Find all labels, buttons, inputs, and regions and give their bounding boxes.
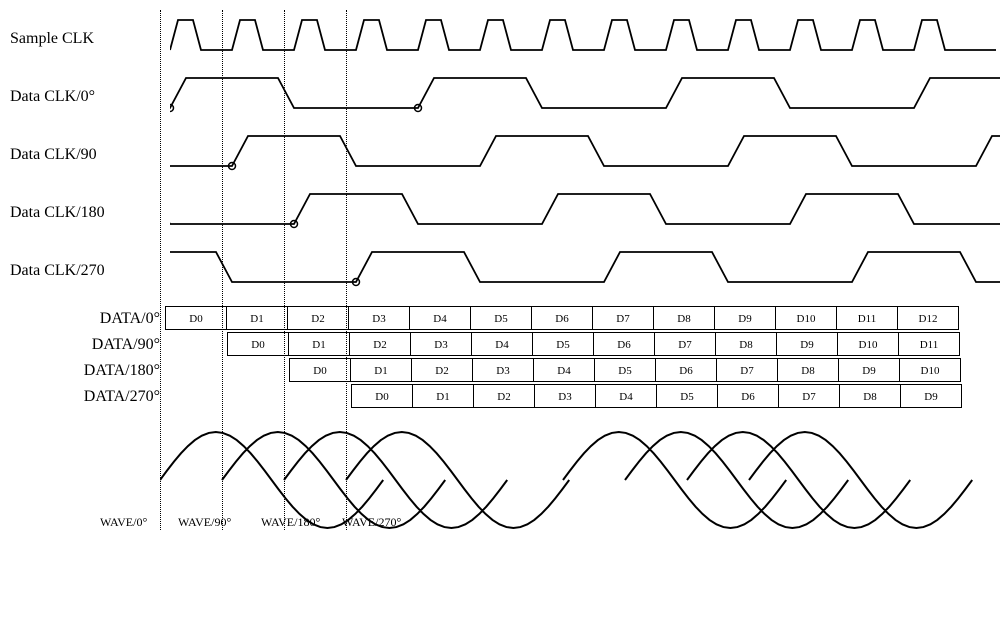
data-cell: D5 <box>594 358 656 382</box>
data-cell: D3 <box>410 332 472 356</box>
data-cell: D2 <box>411 358 473 382</box>
cells-d180: D0D1D2D3D4D5D6D7D8D9D10 <box>166 358 990 384</box>
data-cell: D5 <box>656 384 718 408</box>
data-cell: D6 <box>593 332 655 356</box>
cells-d270: D0D1D2D3D4D5D6D7D8D9 <box>166 384 990 410</box>
data-cell: D4 <box>595 384 657 408</box>
data-cell: D1 <box>226 306 288 330</box>
label-data-clk-0: Data CLK/0° <box>10 88 170 106</box>
data-cell: D8 <box>653 306 715 330</box>
data-cell: D11 <box>836 306 898 330</box>
data-cell: D0 <box>227 332 289 356</box>
data-cell: D4 <box>471 332 533 356</box>
data-row-d270: DATA/270°D0D1D2D3D4D5D6D7D8D9 <box>10 384 990 410</box>
data-cell: D11 <box>898 332 960 356</box>
data-cell: D4 <box>533 358 595 382</box>
label-sample-clk: Sample CLK <box>10 30 170 48</box>
wave-section: WAVE/0° WAVE/90° WAVE/180° WAVE/270° <box>10 410 990 550</box>
cells-d0: D0D1D2D3D4D5D6D7D8D9D10D11D12 <box>166 306 990 332</box>
data-cell: D10 <box>775 306 837 330</box>
label-data-clk-90: Data CLK/90 <box>10 146 170 164</box>
label-wave-90: WAVE/90° <box>178 515 258 530</box>
data-cell: D7 <box>654 332 716 356</box>
label-wave-0: WAVE/0° <box>100 515 175 530</box>
data-cell: D9 <box>900 384 962 408</box>
data-cell: D0 <box>289 358 351 382</box>
cells-d90: D0D1D2D3D4D5D6D7D8D9D10D11 <box>166 332 990 358</box>
label-d270: DATA/270° <box>10 388 166 406</box>
data-cell: D2 <box>287 306 349 330</box>
wave-labels-row: WAVE/0° WAVE/90° WAVE/180° WAVE/270° <box>100 515 401 530</box>
row-sample-clk: Sample CLK <box>10 10 990 68</box>
data-cell: D3 <box>348 306 410 330</box>
data-cell: D7 <box>716 358 778 382</box>
data-section: DATA/0°D0D1D2D3D4D5D6D7D8D9D10D11D12DATA… <box>10 306 990 410</box>
data-cell: D5 <box>470 306 532 330</box>
label-d180: DATA/180° <box>10 362 166 380</box>
row-data-clk-180: Data CLK/180 <box>10 184 990 242</box>
label-data-clk-180: Data CLK/180 <box>10 204 170 222</box>
data-cell: D3 <box>472 358 534 382</box>
data-row-d90: DATA/90°D0D1D2D3D4D5D6D7D8D9D10D11 <box>10 332 990 358</box>
data-cell: D0 <box>351 384 413 408</box>
data-cell: D5 <box>532 332 594 356</box>
data-cell: D6 <box>531 306 593 330</box>
data-cell: D6 <box>655 358 717 382</box>
data-cell: D8 <box>715 332 777 356</box>
data-cell: D1 <box>350 358 412 382</box>
data-cell: D7 <box>592 306 654 330</box>
data-cell: D8 <box>839 384 901 408</box>
data-cell: D6 <box>717 384 779 408</box>
label-data-clk-270: Data CLK/270 <box>10 262 170 280</box>
data-cell: D9 <box>838 358 900 382</box>
wave-data-clk-180 <box>170 184 1000 242</box>
label-d0: DATA/0° <box>10 310 166 328</box>
wave-data-clk-90 <box>170 126 1000 184</box>
label-d90: DATA/90° <box>10 336 166 354</box>
data-cell: D0 <box>165 306 227 330</box>
data-cell: D4 <box>409 306 471 330</box>
data-cell: D3 <box>534 384 596 408</box>
timing-diagram: Sample CLK Data CLK/0° Data CLK/90 <box>10 10 990 550</box>
data-row-d0: DATA/0°D0D1D2D3D4D5D6D7D8D9D10D11D12 <box>10 306 990 332</box>
row-data-clk-270: Data CLK/270 <box>10 242 990 300</box>
data-cell: D9 <box>714 306 776 330</box>
data-cell: D1 <box>288 332 350 356</box>
data-row-d180: DATA/180°D0D1D2D3D4D5D6D7D8D9D10 <box>10 358 990 384</box>
data-cell: D2 <box>349 332 411 356</box>
data-cell: D2 <box>473 384 535 408</box>
row-data-clk-90: Data CLK/90 <box>10 126 990 184</box>
data-cell: D12 <box>897 306 959 330</box>
label-wave-270: WAVE/270° <box>342 515 401 530</box>
wave-data-clk-270 <box>170 242 1000 300</box>
data-cell: D7 <box>778 384 840 408</box>
wave-data-clk-0 <box>170 68 1000 126</box>
data-cell: D10 <box>837 332 899 356</box>
label-wave-180: WAVE/180° <box>261 515 339 530</box>
data-cell: D9 <box>776 332 838 356</box>
data-cell: D1 <box>412 384 474 408</box>
data-cell: D10 <box>899 358 961 382</box>
wave-sample-clk <box>170 10 1000 68</box>
row-data-clk-0: Data CLK/0° <box>10 68 990 126</box>
data-cell: D8 <box>777 358 839 382</box>
